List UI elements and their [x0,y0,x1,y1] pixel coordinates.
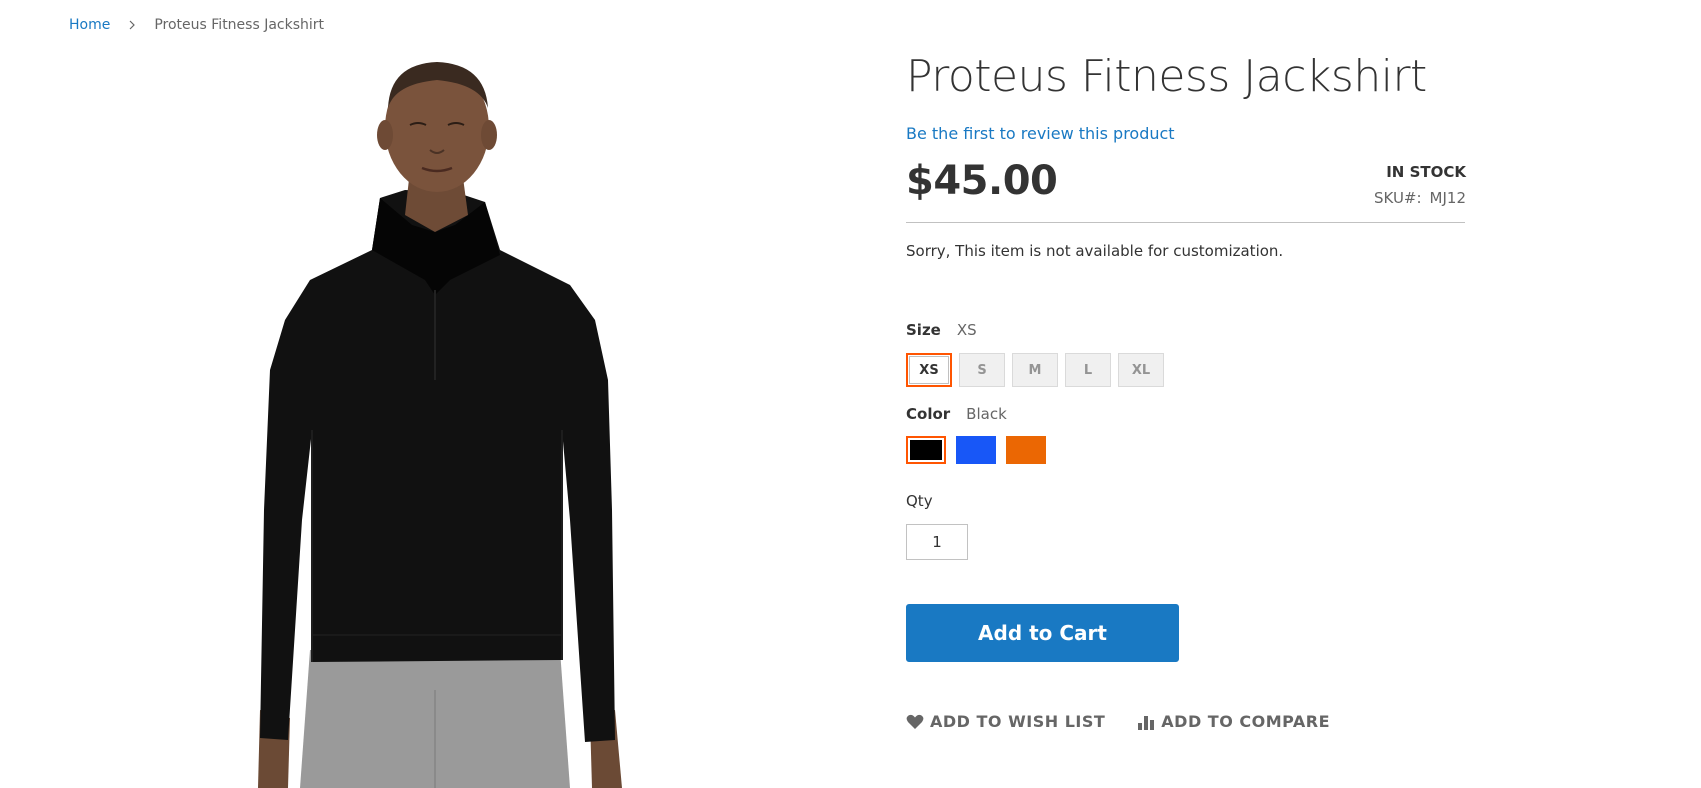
size-swatch-xs[interactable]: XS [906,353,952,387]
color-swatch-orange[interactable] [1006,436,1046,464]
product-image[interactable] [230,50,690,788]
size-swatch-s[interactable]: S [959,353,1005,387]
breadcrumb-current: Proteus Fitness Jackshirt [154,17,325,33]
bar-chart-icon [1137,714,1155,730]
color-attribute: Color Black [906,403,1007,425]
breadcrumb: Home Proteus Fitness Jackshirt [69,15,324,35]
color-label: Color [906,405,951,423]
stock-status: IN STOCK [1386,163,1466,181]
add-to-compare-link[interactable]: ADD TO COMPARE [1137,712,1330,731]
size-swatch-m[interactable]: M [1012,353,1058,387]
size-swatch-xl[interactable]: XL [1118,353,1164,387]
chevron-right-icon [128,15,138,35]
qty-label: Qty [906,492,933,510]
product-price: $45.00 [906,158,1058,204]
color-swatches [906,436,1046,464]
wish-list-label: ADD TO WISH LIST [930,712,1106,731]
page-title: Proteus Fitness Jackshirt [906,51,1427,102]
sku-value: MJ12 [1429,189,1466,207]
size-swatch-l[interactable]: L [1065,353,1111,387]
size-swatches: XS S M L XL [906,353,1164,387]
size-selected-value: XS [956,321,977,339]
compare-label: ADD TO COMPARE [1161,712,1331,731]
product-actions: ADD TO WISH LIST ADD TO COMPARE [906,712,1330,731]
qty-input[interactable] [906,524,968,560]
review-link[interactable]: Be the first to review this product [906,123,1175,145]
add-to-cart-button[interactable]: Add to Cart [906,604,1179,662]
breadcrumb-home-link[interactable]: Home [69,15,110,35]
color-swatch-blue[interactable] [956,436,996,464]
divider [906,222,1465,223]
add-to-wish-list-link[interactable]: ADD TO WISH LIST [906,712,1105,731]
customization-notice: Sorry, This item is not available for cu… [906,242,1284,260]
color-swatch-black[interactable] [906,436,946,464]
product-sku: SKU#: MJ12 [1374,189,1466,207]
heart-icon [906,714,924,730]
size-label: Size [906,321,941,339]
color-selected-value: Black [966,405,1007,423]
product-photo [258,62,622,788]
sku-label: SKU#: [1373,189,1422,207]
size-attribute: Size XS [906,319,977,341]
